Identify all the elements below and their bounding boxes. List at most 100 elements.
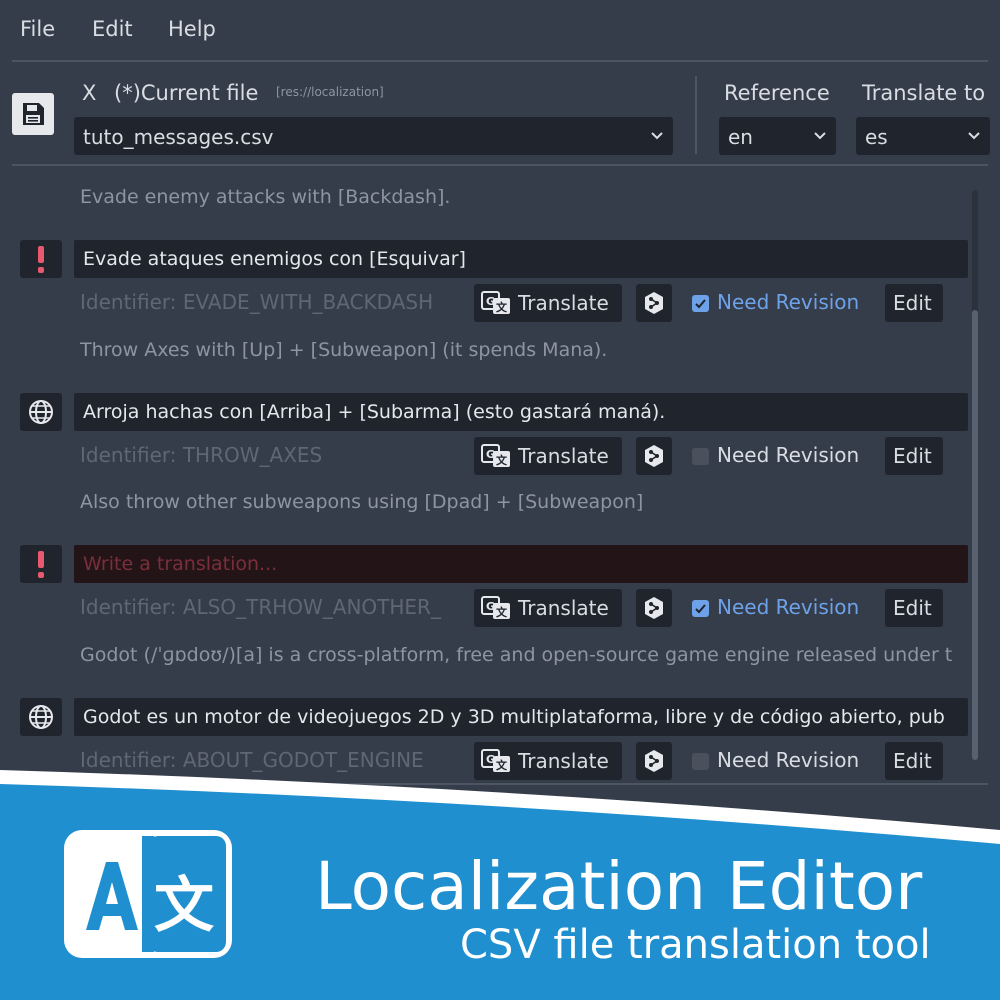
deepl-button[interactable] xyxy=(636,742,672,780)
identifier-label: Identifier: ABOUT_GODOT_ENGINE xyxy=(80,748,424,772)
translation-text: Arroja hachas con [Arriba] + [Subarma] (… xyxy=(83,401,666,423)
need-revision-checkbox[interactable] xyxy=(692,753,709,770)
deepl-icon xyxy=(645,597,663,619)
check-icon xyxy=(695,604,706,614)
translate-button[interactable]: G 文 Translate xyxy=(474,284,622,322)
reference-select[interactable]: en xyxy=(719,117,836,155)
exclamation-icon xyxy=(38,551,44,578)
status-warning xyxy=(20,240,62,278)
translate-button[interactable]: G 文 Translate xyxy=(474,589,622,627)
chevron-down-icon xyxy=(651,132,663,140)
save-icon xyxy=(23,103,44,125)
translate-button-label: Translate xyxy=(518,444,609,468)
translation-entry: Also throw other subweapons using [Dpad]… xyxy=(0,491,1000,631)
globe-icon xyxy=(29,705,53,729)
svg-text:文: 文 xyxy=(154,871,214,941)
translation-text: Evade ataques enemigos con [Esquivar] xyxy=(83,248,466,270)
edit-button-label: Edit xyxy=(893,291,932,315)
need-revision-checkbox[interactable] xyxy=(692,295,709,312)
menu-edit[interactable]: Edit xyxy=(92,17,133,41)
file-path-label: [res://localization] xyxy=(276,85,384,99)
banner-subtitle: CSV file translation tool xyxy=(460,922,931,968)
reference-select-value: en xyxy=(728,125,753,149)
deepl-button[interactable] xyxy=(636,437,672,475)
list-divider xyxy=(12,783,988,785)
need-revision-checkbox[interactable] xyxy=(692,600,709,617)
identifier-label: Identifier: EVADE_WITH_BACKDASH xyxy=(80,290,434,314)
deepl-icon xyxy=(645,292,663,314)
check-icon xyxy=(695,299,706,309)
reference-label: Reference xyxy=(724,81,830,105)
edit-button[interactable]: Edit xyxy=(885,284,943,322)
edit-button[interactable]: Edit xyxy=(885,589,943,627)
translation-input[interactable]: Arroja hachas con [Arriba] + [Subarma] (… xyxy=(74,393,968,431)
need-revision-label[interactable]: Need Revision xyxy=(717,290,859,314)
identifier-label: Identifier: THROW_AXES xyxy=(80,443,323,467)
header-divider xyxy=(12,164,988,166)
menu-help[interactable]: Help xyxy=(168,17,216,41)
reference-text: Godot (/ˈɡɒdoʊ/)[a] is a cross-platform,… xyxy=(80,644,953,666)
svg-text:文: 文 xyxy=(496,300,508,314)
menu-file[interactable]: File xyxy=(20,17,55,41)
edit-button-label: Edit xyxy=(893,596,932,620)
chevron-down-icon xyxy=(814,132,826,140)
deepl-icon xyxy=(645,445,663,467)
globe-icon xyxy=(29,400,53,424)
identifier-label: Identifier: ALSO_TRHOW_ANOTHER_ xyxy=(80,595,441,619)
menu-divider xyxy=(12,60,988,62)
need-revision-label[interactable]: Need Revision xyxy=(717,748,859,772)
translate-to-select-value: es xyxy=(865,125,888,149)
translation-input[interactable]: Godot es un motor de videojuegos 2D y 3D… xyxy=(74,698,968,736)
translation-entry: Godot (/ˈɡɒdoʊ/)[a] is a cross-platform,… xyxy=(0,644,1000,780)
translate-logo-icon: 文 xyxy=(64,830,232,958)
translate-button-label: Translate xyxy=(518,291,609,315)
scrollbar-thumb[interactable] xyxy=(972,310,978,760)
reference-text: Evade enemy attacks with [Backdash]. xyxy=(80,186,451,208)
banner-title: Localization Editor xyxy=(315,848,923,925)
exclamation-icon xyxy=(38,246,44,273)
translation-entry: Evade enemy attacks with [Backdash]. Eva… xyxy=(0,186,1000,326)
translate-to-select[interactable]: es xyxy=(856,117,990,155)
deepl-button[interactable] xyxy=(636,284,672,322)
translate-button-label: Translate xyxy=(518,749,609,773)
status-warning xyxy=(20,545,62,583)
deepl-button[interactable] xyxy=(636,589,672,627)
deepl-icon xyxy=(645,750,663,772)
status-translated xyxy=(20,393,62,431)
svg-text:文: 文 xyxy=(496,605,508,619)
translation-list: Evade enemy attacks with [Backdash]. Eva… xyxy=(0,168,1000,780)
edit-button[interactable]: Edit xyxy=(885,437,943,475)
translation-input[interactable]: Write a translation... xyxy=(74,545,968,583)
google-translate-icon: G 文 xyxy=(481,444,510,467)
translation-placeholder: Write a translation... xyxy=(83,553,278,575)
svg-text:文: 文 xyxy=(496,758,508,772)
reference-text: Throw Axes with [Up] + [Subweapon] (it s… xyxy=(80,339,608,361)
menu-bar: File Edit Help xyxy=(0,0,1000,62)
translate-button-label: Translate xyxy=(518,596,609,620)
translation-text: Godot es un motor de videojuegos 2D y 3D… xyxy=(83,706,945,728)
close-file-button[interactable]: X xyxy=(82,81,96,105)
translation-input[interactable]: Evade ataques enemigos con [Esquivar] xyxy=(74,240,968,278)
need-revision-label[interactable]: Need Revision xyxy=(717,443,859,467)
edit-button-label: Edit xyxy=(893,749,932,773)
edit-button-label: Edit xyxy=(893,444,932,468)
current-file-label: (*)Current file xyxy=(114,81,259,105)
status-translated xyxy=(20,698,62,736)
svg-text:文: 文 xyxy=(496,453,508,467)
chevron-down-icon xyxy=(968,132,980,140)
need-revision-label[interactable]: Need Revision xyxy=(717,595,859,619)
header-separator xyxy=(695,76,697,154)
translate-button[interactable]: G 文 Translate xyxy=(474,437,622,475)
translate-to-label: Translate to xyxy=(862,81,986,105)
google-translate-icon: G 文 xyxy=(481,749,510,772)
reference-text: Also throw other subweapons using [Dpad]… xyxy=(80,491,644,513)
translation-entry: Throw Axes with [Up] + [Subweapon] (it s… xyxy=(0,339,1000,479)
google-translate-icon: G 文 xyxy=(481,291,510,314)
translate-button[interactable]: G 文 Translate xyxy=(474,742,622,780)
need-revision-checkbox[interactable] xyxy=(692,448,709,465)
edit-button[interactable]: Edit xyxy=(885,742,943,780)
google-translate-icon: G 文 xyxy=(481,596,510,619)
file-select-value: tuto_messages.csv xyxy=(83,125,274,149)
save-button[interactable] xyxy=(12,93,54,135)
file-select[interactable]: tuto_messages.csv xyxy=(74,117,673,155)
